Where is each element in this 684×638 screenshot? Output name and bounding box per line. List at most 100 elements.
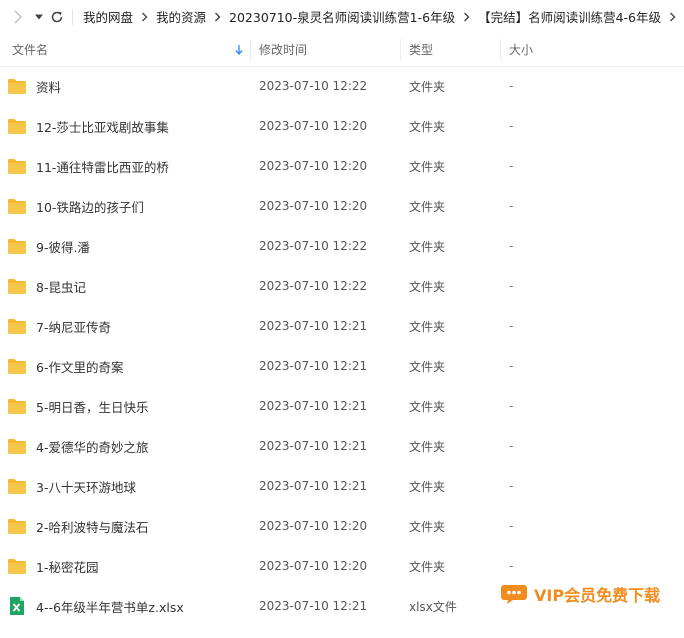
file-modified: 2023-07-10 12:20 (259, 519, 368, 533)
folder-icon (7, 146, 27, 186)
file-row[interactable]: 9-彼得.潘 2023-07-10 12:22 文件夹 - (0, 226, 684, 266)
file-modified: 2023-07-10 12:21 (259, 599, 368, 613)
breadcrumb-item[interactable]: 20230710-泉灵名师阅读训练营1-6年级 (229, 7, 455, 26)
file-name: 3-八十天环游地球 (36, 479, 136, 495)
file-name: 4-爱德华的奇妙之旅 (36, 439, 149, 455)
folder-icon (7, 266, 27, 306)
column-divider[interactable] (500, 39, 501, 61)
breadcrumb-separator-icon (463, 12, 470, 22)
file-size: - (509, 279, 514, 293)
breadcrumb-item[interactable]: 【完结】名师阅读训练营4-6年级 (478, 7, 661, 26)
file-row[interactable]: 11-通往特雷比西亚的桥 2023-07-10 12:20 文件夹 - (0, 146, 684, 186)
file-row[interactable]: 5-明日香，生日快乐 2023-07-10 12:21 文件夹 - (0, 386, 684, 426)
file-size: - (509, 119, 514, 133)
column-header-modified[interactable]: 修改时间 (259, 33, 307, 66)
file-name: 9-彼得.潘 (36, 239, 90, 255)
file-modified: 2023-07-10 12:22 (259, 279, 368, 293)
file-list-header: 文件名 修改时间 类型 大小 (0, 33, 684, 67)
column-header-type-label: 类型 (409, 43, 434, 57)
folder-icon (7, 546, 27, 586)
breadcrumb-separator-icon (141, 12, 148, 22)
file-row[interactable]: 2-哈利波特与魔法石 2023-07-10 12:20 文件夹 - (0, 506, 684, 546)
file-type: 文件夹 (409, 119, 446, 134)
file-row[interactable]: 8-昆虫记 2023-07-10 12:22 文件夹 - (0, 266, 684, 306)
watermark-text: VIP会员免费下载 (534, 586, 661, 605)
breadcrumb: 我的网盘 我的资源 20230710-泉灵名师阅读训练营1-6年级 【完结】名师阅读训… (83, 7, 684, 26)
file-name: 12-莎士比亚戏剧故事集 (36, 119, 169, 135)
file-name: 5-明日香，生日快乐 (36, 399, 149, 415)
file-modified: 2023-07-10 12:21 (259, 399, 368, 413)
file-name: 8-昆虫记 (36, 279, 86, 295)
file-size: - (509, 359, 514, 373)
file-type: 文件夹 (409, 479, 446, 494)
file-size: - (509, 319, 514, 333)
file-type: 文件夹 (409, 399, 446, 414)
file-modified: 2023-07-10 12:21 (259, 359, 368, 373)
file-modified: 2023-07-10 12:20 (259, 559, 368, 573)
column-header-type[interactable]: 类型 (409, 33, 433, 66)
file-name: 资料 (36, 79, 62, 95)
file-type: 文件夹 (409, 239, 446, 254)
file-type: 文件夹 (409, 199, 446, 214)
breadcrumb-item[interactable]: 我的网盘 (83, 7, 133, 26)
file-size: - (509, 439, 514, 453)
excel-file-icon (7, 586, 27, 626)
file-name: 6-作文里的奇案 (36, 359, 124, 375)
folder-icon (7, 186, 27, 226)
file-size: - (509, 199, 514, 213)
file-row[interactable]: 6-作文里的奇案 2023-07-10 12:21 文件夹 - (0, 346, 684, 386)
file-size: - (509, 559, 514, 573)
file-type: 文件夹 (409, 159, 446, 174)
file-modified: 2023-07-10 12:22 (259, 239, 368, 253)
breadcrumb-separator-icon (669, 12, 676, 22)
file-type: 文件夹 (409, 279, 446, 294)
file-type: 文件夹 (409, 319, 446, 334)
column-header-size-label: 大小 (509, 43, 534, 57)
file-size: - (509, 159, 514, 173)
folder-icon (7, 386, 27, 426)
breadcrumb-item[interactable]: 我的资源 (156, 7, 206, 26)
file-row[interactable]: 资料 2023-07-10 12:22 文件夹 - (0, 66, 684, 106)
forward-button[interactable] (10, 7, 26, 27)
folder-icon (7, 66, 27, 106)
file-modified: 2023-07-10 12:20 (259, 199, 368, 213)
file-size: - (509, 239, 514, 253)
history-dropdown-button[interactable] (34, 7, 44, 27)
file-name: 4--6年级半年营书单z.xlsx (36, 599, 184, 615)
file-modified: 2023-07-10 12:21 (259, 479, 368, 493)
column-divider[interactable] (250, 39, 251, 61)
file-size: - (509, 79, 514, 93)
file-type: 文件夹 (409, 439, 446, 454)
file-size: - (509, 519, 514, 533)
file-name: 11-通往特雷比西亚的桥 (36, 159, 169, 175)
file-name: 1-秘密花园 (36, 559, 99, 575)
file-modified: 2023-07-10 12:21 (259, 439, 368, 453)
file-modified: 2023-07-10 12:21 (259, 319, 368, 333)
caret-down-icon (35, 14, 44, 19)
file-row[interactable]: 12-莎士比亚戏剧故事集 2023-07-10 12:20 文件夹 - (0, 106, 684, 146)
refresh-button[interactable] (50, 7, 64, 27)
file-row[interactable]: 7-纳尼亚传奇 2023-07-10 12:21 文件夹 - (0, 306, 684, 346)
file-name: 2-哈利波特与魔法石 (36, 519, 149, 535)
folder-icon (7, 226, 27, 266)
folder-icon (7, 466, 27, 506)
file-size: - (509, 479, 514, 493)
navigation-toolbar: 我的网盘 我的资源 20230710-泉灵名师阅读训练营1-6年级 【完结】名师阅读训… (0, 0, 684, 33)
vip-watermark: VIP会员免费下载 (500, 582, 660, 606)
file-row[interactable]: 10-铁路边的孩子们 2023-07-10 12:20 文件夹 - (0, 186, 684, 226)
file-name: 10-铁路边的孩子们 (36, 199, 144, 215)
file-modified: 2023-07-10 12:22 (259, 79, 368, 93)
file-row[interactable]: 1-秘密花园 2023-07-10 12:20 文件夹 - (0, 546, 684, 586)
sort-arrow-icon[interactable] (235, 33, 243, 66)
folder-icon (7, 306, 27, 346)
column-divider[interactable] (400, 39, 401, 61)
file-row[interactable]: 3-八十天环游地球 2023-07-10 12:21 文件夹 - (0, 466, 684, 506)
file-row[interactable]: 4-爱德华的奇妙之旅 2023-07-10 12:21 文件夹 - (0, 426, 684, 466)
column-header-name[interactable]: 文件名 (12, 33, 48, 66)
column-header-size[interactable]: 大小 (509, 33, 533, 66)
file-size: - (509, 399, 514, 413)
file-type: 文件夹 (409, 519, 446, 534)
file-type: 文件夹 (409, 79, 446, 94)
folder-icon (7, 106, 27, 146)
file-type: 文件夹 (409, 359, 446, 374)
